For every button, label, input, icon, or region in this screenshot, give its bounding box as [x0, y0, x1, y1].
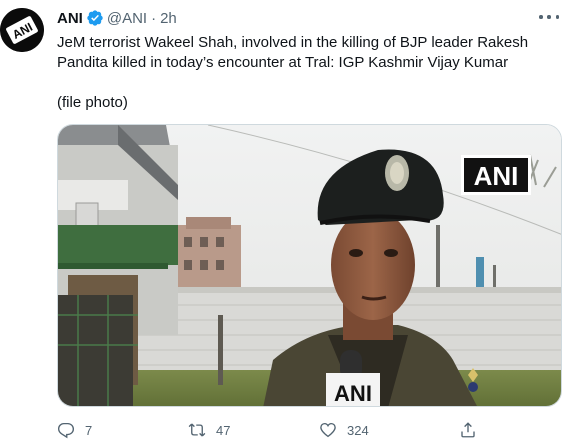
mic-label: ANI [334, 381, 372, 406]
ani-logo-icon: ANI [0, 8, 44, 52]
share-button[interactable] [459, 421, 477, 439]
ani-watermark: ANI [474, 161, 519, 191]
photo-officer-at-tral: ANI ANI [58, 125, 561, 406]
reply-icon [57, 422, 75, 439]
reply-count: 7 [85, 422, 93, 438]
separator-dot: · [151, 9, 157, 27]
more-icon[interactable] [539, 9, 559, 25]
like-count: 324 [347, 422, 369, 438]
author-name[interactable]: ANI [57, 10, 83, 27]
tweet-photo[interactable]: ANI ANI [57, 124, 562, 407]
tweet[interactable]: ANI ANI @ANI · 2h JeM terrorist Wakeel S… [0, 0, 573, 439]
share-icon [461, 422, 475, 438]
tweet-text-line: (file photo) [57, 94, 128, 111]
tweet-actions: 7 47 324 [57, 421, 557, 441]
reply-button[interactable]: 7 [57, 421, 92, 439]
avatar[interactable]: ANI [0, 8, 44, 52]
tweet-header: ANI @ANI · 2h [57, 8, 177, 28]
timestamp[interactable]: 2h [160, 10, 177, 27]
like-icon [320, 422, 336, 438]
like-button[interactable]: 324 [319, 421, 369, 439]
retweet-count: 47 [216, 422, 231, 438]
tweet-text-line: JeM terrorist Wakeel Shah, involved in t… [57, 34, 529, 51]
tweet-text: JeM terrorist Wakeel Shah, involved in t… [57, 33, 557, 113]
retweet-icon [188, 423, 206, 437]
author-handle[interactable]: @ANI [107, 10, 147, 27]
tweet-text-line: Pandita killed in today’s encounter at T… [57, 54, 509, 71]
retweet-button[interactable]: 47 [188, 421, 230, 439]
verified-badge-icon [87, 10, 103, 26]
